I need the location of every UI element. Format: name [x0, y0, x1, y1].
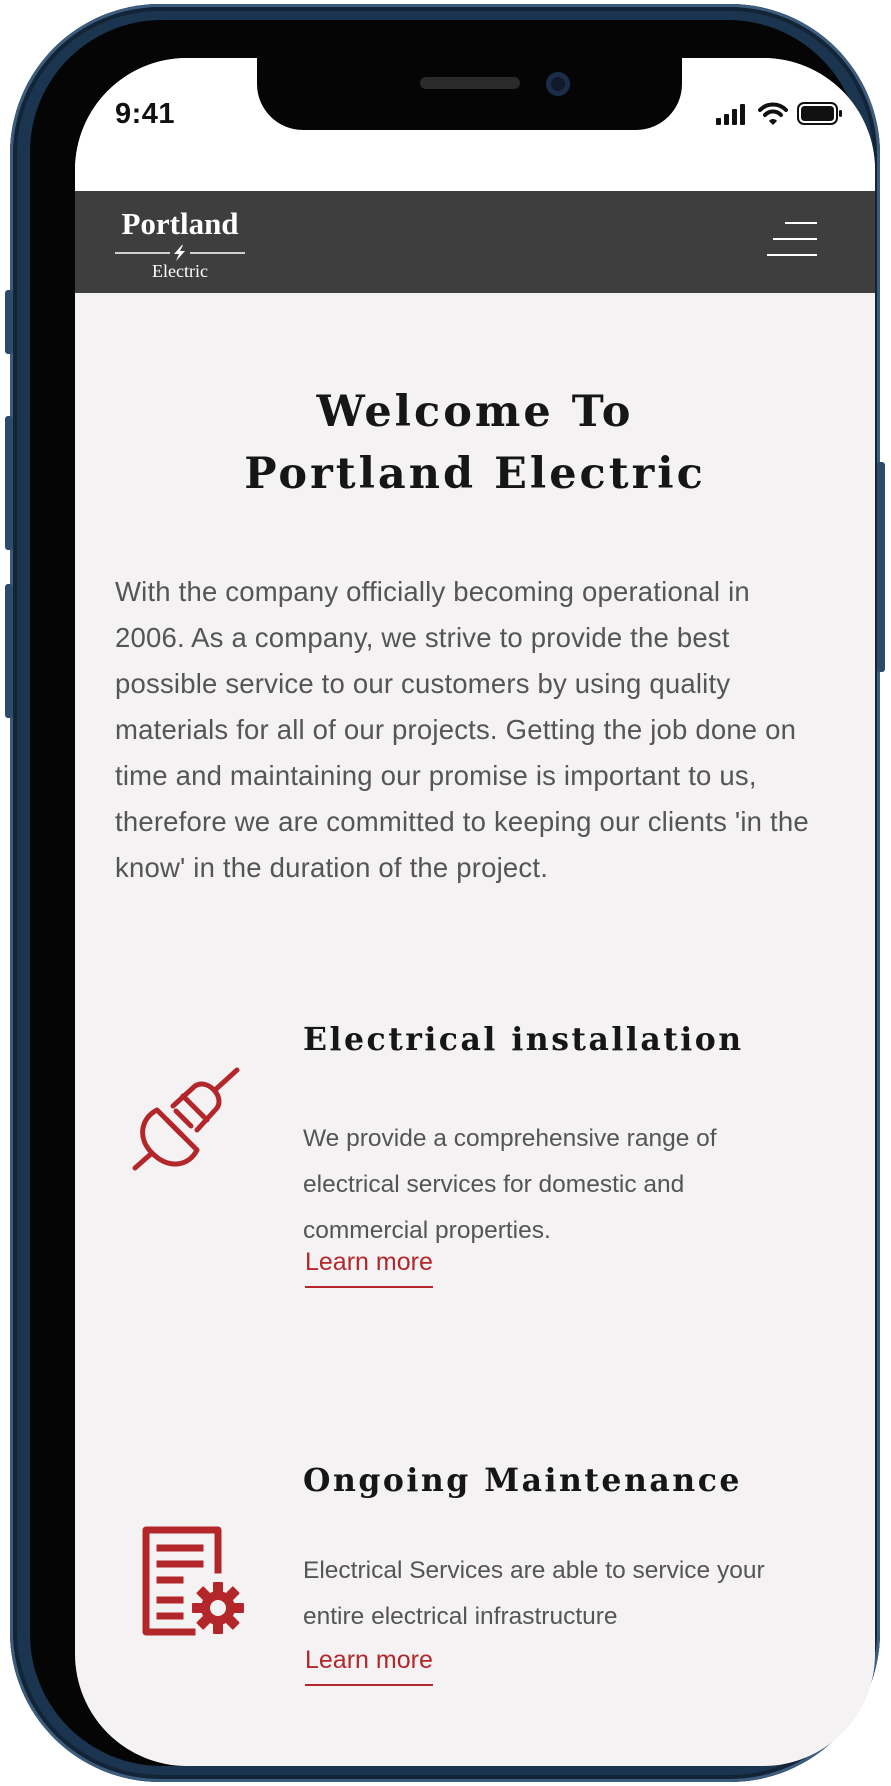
- status-icons: [715, 100, 845, 128]
- hamburger-menu-button[interactable]: [765, 216, 817, 262]
- document-gear-icon: [140, 1524, 250, 1640]
- cellular-signal-icon: [716, 104, 745, 125]
- menu-line-top: [785, 222, 817, 224]
- wifi-icon: [758, 102, 788, 125]
- power-button: [877, 462, 885, 672]
- phone-bezel: 9:41 Portland Electric Welcome To Portla…: [30, 20, 875, 1766]
- plug-icon: [127, 1060, 243, 1176]
- menu-line-bottom: [767, 254, 817, 256]
- service-description: Electrical Services are able to service …: [303, 1557, 765, 1630]
- site-header: Portland Electric: [75, 191, 875, 293]
- speaker-grille: [420, 77, 520, 89]
- front-camera: [546, 72, 570, 96]
- notch: [257, 58, 682, 130]
- learn-more-link[interactable]: Learn more: [305, 1248, 433, 1288]
- battery-icon: [797, 102, 842, 125]
- title-line-1: Welcome To: [316, 387, 634, 437]
- phone-screen: 9:41 Portland Electric Welcome To Portla…: [75, 58, 875, 1766]
- page-title: Welcome To Portland Electric: [75, 381, 875, 505]
- menu-line-middle: [773, 238, 817, 240]
- brand-name: Portland: [121, 206, 239, 241]
- title-line-2: Portland Electric: [244, 449, 706, 499]
- status-bar: 9:41: [75, 58, 875, 191]
- volume-down-button: [5, 584, 13, 718]
- status-time: 9:41: [115, 98, 176, 130]
- service-title: Ongoing Maintenance: [303, 1462, 742, 1499]
- brand-logo[interactable]: Portland Electric: [115, 206, 245, 281]
- lightning-bolt-icon: [115, 245, 245, 261]
- service-description: We provide a comprehensive range of elec…: [303, 1125, 717, 1244]
- phone-frame: 9:41 Portland Electric Welcome To Portla…: [5, 4, 885, 1782]
- main-content: Welcome To Portland Electric With the co…: [75, 293, 875, 1766]
- intro-paragraph: With the company officially becoming ope…: [115, 576, 809, 883]
- volume-up-button: [5, 416, 13, 550]
- service-title: Electrical installation: [303, 1021, 744, 1058]
- learn-more-link[interactable]: Learn more: [305, 1646, 433, 1686]
- brand-subtitle: Electric: [152, 261, 208, 281]
- action-button: [5, 290, 13, 354]
- lightning-divider: [115, 245, 245, 261]
